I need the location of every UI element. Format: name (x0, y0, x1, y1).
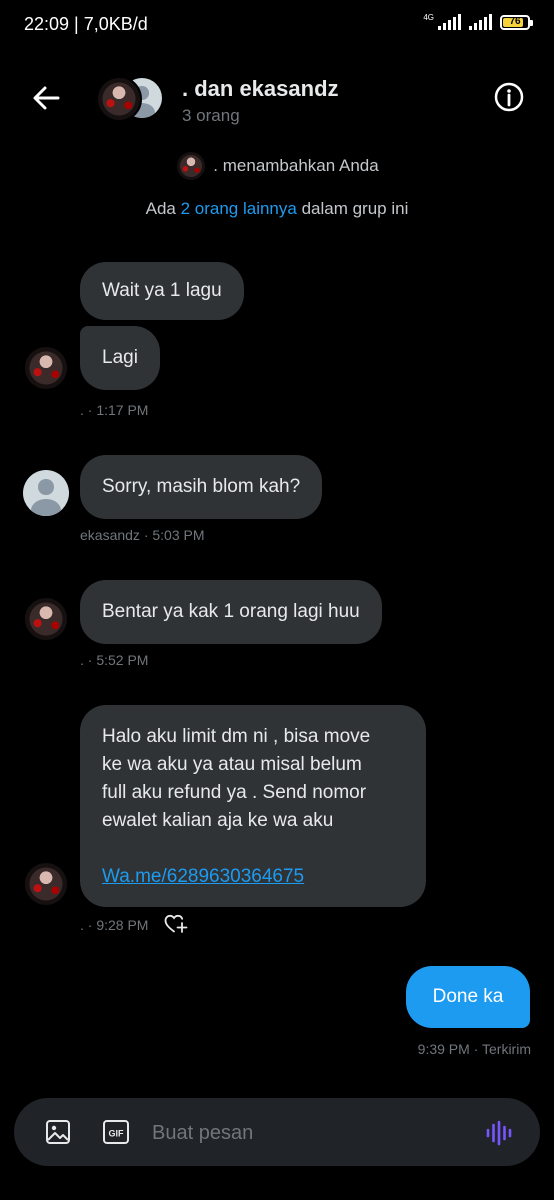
chat-title[interactable]: . dan ekasandz (182, 76, 339, 102)
sender-avatar-default[interactable] (23, 470, 69, 516)
others-notice: Ada 2 orang lainnya dalam grup ini (0, 199, 554, 219)
info-button[interactable] (492, 80, 526, 114)
message-meta: . · 5:52 PM (80, 652, 149, 668)
battery-level: 76 (509, 15, 521, 27)
message-bubble[interactable]: Bentar ya kak 1 orang lagi huu (80, 580, 382, 644)
image-button[interactable] (44, 1118, 72, 1146)
adder-avatar (175, 150, 208, 182)
group-avatar[interactable] (96, 76, 166, 122)
message-text: Done ka (432, 986, 504, 1007)
others-link[interactable]: 2 orang lainnya (181, 199, 297, 218)
message-meta: . · 1:17 PM (80, 402, 149, 418)
back-button[interactable] (28, 80, 64, 116)
info-icon (494, 82, 524, 112)
message-bubble[interactable]: Sorry, masih blom kah? (80, 455, 323, 519)
message-bubble-outgoing[interactable]: Done ka (406, 966, 530, 1028)
heart-plus-icon (164, 914, 188, 933)
status-indicators: 4G 76 (423, 13, 533, 30)
added-text: . menambahkan Anda (213, 156, 379, 175)
message-text: Wait ya 1 lagu (102, 280, 222, 301)
image-icon (46, 1120, 70, 1144)
sender-avatar[interactable] (23, 861, 69, 907)
battery-icon: 76 (500, 14, 533, 30)
gif-button[interactable]: GIF (102, 1118, 130, 1146)
chat-subtitle: 3 orang (182, 106, 240, 125)
arrow-left-icon (33, 86, 60, 110)
message-text: Bentar ya kak 1 orang lagi huu (102, 601, 360, 622)
message-meta: 9:39 PM · Terkirim (417, 1041, 531, 1057)
message-meta: . · 9:28 PM (80, 917, 149, 933)
composer: GIF (14, 1098, 540, 1166)
signal-icon-2 (469, 14, 492, 30)
network-type: 4G (423, 13, 434, 22)
message-bubble[interactable]: Halo aku limit dm ni , bisa move ke wa a… (80, 705, 426, 907)
message-bubble[interactable]: Lagi (80, 326, 160, 390)
message-line: ke wa aku ya atau misal belum (102, 754, 362, 775)
others-suffix: dalam grup ini (296, 199, 409, 218)
voice-wave-icon (486, 1120, 512, 1146)
message-line: full aku refund ya . Send nomor (102, 782, 367, 803)
message-line: ewalet kalian aja ke wa aku (102, 810, 334, 831)
message-text: Sorry, masih blom kah? (102, 476, 301, 497)
voice-button[interactable] (484, 1118, 514, 1148)
sender-avatar[interactable] (23, 596, 69, 642)
signal-icon (438, 14, 461, 30)
message-meta: ekasandz · 5:03 PM (80, 527, 205, 543)
sender-avatar[interactable] (23, 345, 69, 391)
gif-icon: GIF (103, 1120, 129, 1144)
others-prefix: Ada (145, 199, 181, 218)
react-button[interactable] (163, 912, 189, 936)
message-bubble[interactable]: Wait ya 1 lagu (80, 262, 244, 320)
added-notice: . menambahkan Anda (0, 150, 554, 182)
message-link[interactable]: Wa.me/6289630364675 (102, 863, 404, 891)
gif-label: GIF (109, 1129, 125, 1139)
status-time: 22:09 | 7,0KB/d (24, 14, 148, 34)
member-avatar-photo (96, 76, 142, 122)
message-line: Halo aku limit dm ni , bisa move (102, 726, 371, 747)
message-input[interactable] (150, 1112, 474, 1154)
message-text: Lagi (102, 347, 138, 368)
